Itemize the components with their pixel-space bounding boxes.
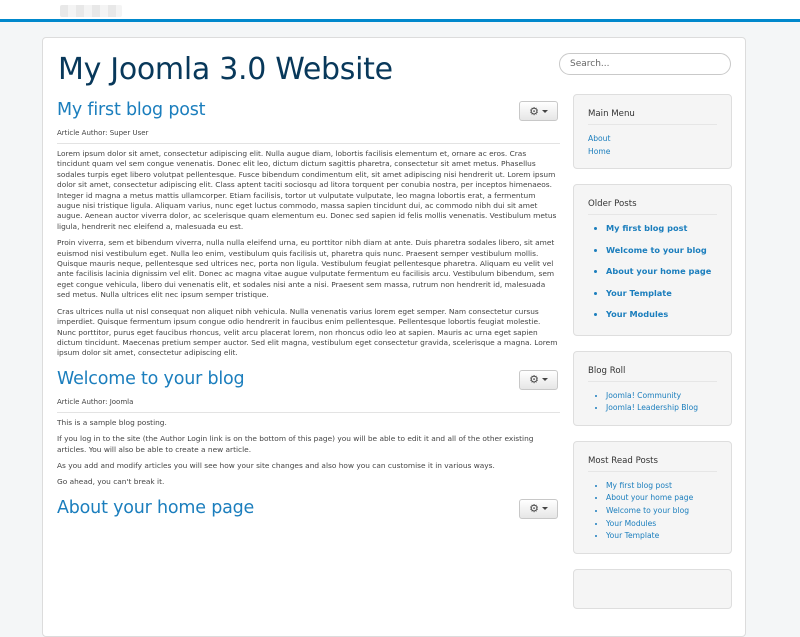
- module-blog-roll: Blog Roll Joomla! Community Joomla! Lead…: [573, 350, 732, 426]
- most-read-link[interactable]: About your home page: [606, 492, 717, 505]
- module-title: Most Read Posts: [588, 456, 717, 472]
- article-paragraph: Proin viverra, sem et bibendum viverra, …: [57, 238, 555, 300]
- module-older-posts: Older Posts My first blog post Welcome t…: [573, 184, 732, 336]
- caret-down-icon: [541, 507, 548, 511]
- module-title: Main Menu: [588, 109, 717, 125]
- divider: [57, 143, 560, 144]
- older-post-link[interactable]: Your Modules: [606, 309, 717, 320]
- caret-down-icon: [541, 109, 548, 113]
- divider: [57, 411, 560, 413]
- module-next: [573, 568, 732, 609]
- article-title[interactable]: Welcome to your blog: [57, 369, 560, 389]
- article-title[interactable]: About your home page: [57, 498, 560, 518]
- article-paragraph: Lorem ipsum dolor sit amet, consectetur …: [57, 149, 557, 231]
- article-tools-button[interactable]: ⚙: [519, 498, 558, 519]
- article-tools-button[interactable]: ⚙: [519, 101, 558, 121]
- article-author: Article Author: Joomla: [57, 397, 134, 406]
- article-tools-button[interactable]: ⚙: [519, 369, 558, 390]
- older-post-link[interactable]: Your Template: [606, 288, 717, 299]
- module-most-read: Most Read Posts My first blog post About…: [573, 440, 732, 554]
- main-content: My first blog post ⚙ Article Author: Sup…: [57, 100, 560, 519]
- article-about-your-home-page: About your home page ⚙: [57, 498, 560, 519]
- gear-icon: ⚙: [529, 502, 539, 516]
- older-post-link[interactable]: Welcome to your blog: [606, 245, 717, 256]
- caret-down-icon: [541, 378, 548, 382]
- menu-item-home[interactable]: Home: [588, 146, 717, 159]
- module-title: Blog Roll: [588, 366, 717, 382]
- older-post-link[interactable]: About your home page: [606, 266, 717, 277]
- module-title: Older Posts: [588, 199, 717, 216]
- older-post-link[interactable]: My first blog post: [606, 223, 717, 234]
- search-input[interactable]: [559, 53, 731, 75]
- article-welcome-to-your-blog: Welcome to your blog ⚙ Article Author: J…: [57, 369, 560, 488]
- article-paragraph: Cras ultrices nulla ut nisl consequat no…: [57, 306, 558, 358]
- article-author: Article Author: Super User: [57, 129, 149, 137]
- article-paragraph: As you add and modify articles you will …: [57, 460, 495, 470]
- module-main-menu: Main Menu About Home: [573, 94, 732, 170]
- blog-roll-link[interactable]: Joomla! Community: [606, 390, 717, 403]
- article-paragraph: This is a sample blog posting.: [57, 417, 167, 427]
- most-read-link[interactable]: Your Template: [606, 530, 717, 543]
- most-read-link[interactable]: My first blog post: [606, 480, 717, 493]
- top-bar-blurred-content: [60, 5, 122, 17]
- article-title[interactable]: My first blog post: [57, 100, 560, 120]
- menu-item-about[interactable]: About: [588, 133, 717, 146]
- page-container: My Joomla 3.0 Website My first blog post…: [42, 37, 746, 637]
- most-read-link[interactable]: Welcome to your blog: [606, 505, 717, 518]
- blog-roll-link[interactable]: Joomla! Leadership Blog: [606, 402, 717, 415]
- site-title[interactable]: My Joomla 3.0 Website: [58, 52, 393, 87]
- gear-icon: ⚙: [529, 373, 539, 387]
- most-read-link[interactable]: Your Modules: [606, 518, 717, 531]
- article-paragraph: Go ahead, you can't break it.: [57, 477, 165, 487]
- sidebar: Main Menu About Home Older Posts My firs…: [573, 94, 732, 624]
- gear-icon: ⚙: [529, 104, 539, 118]
- article-my-first-blog-post: My first blog post ⚙ Article Author: Sup…: [57, 100, 560, 359]
- top-bar: [0, 0, 800, 22]
- article-paragraph: If you log in to the site (the Author Lo…: [57, 434, 534, 454]
